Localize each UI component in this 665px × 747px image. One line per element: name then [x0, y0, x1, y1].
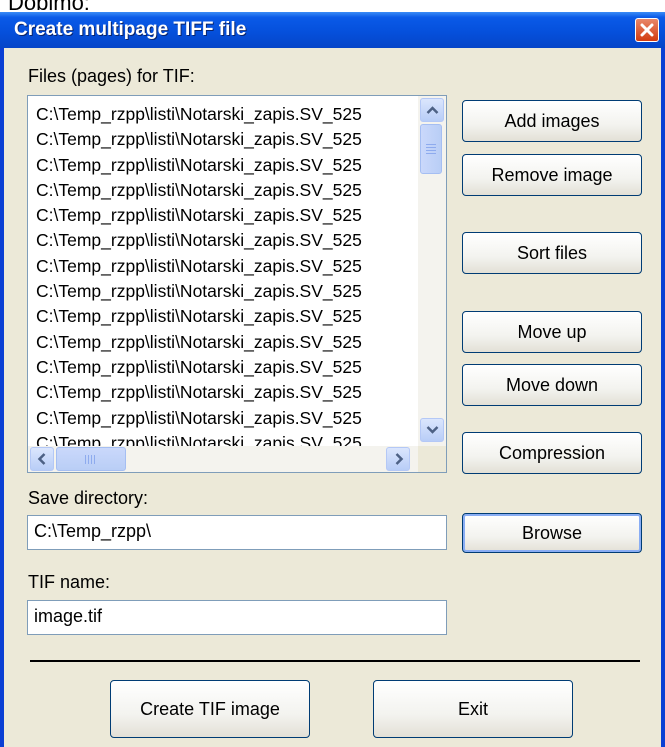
- tif-name-field[interactable]: image.tif: [27, 600, 447, 635]
- save-directory-label: Save directory:: [28, 488, 149, 508]
- files-list: C:\Temp_rzpp\listi\Notarski_zapis.SV_525…: [36, 102, 416, 456]
- scroll-left-button[interactable]: [30, 447, 54, 471]
- scroll-down-button[interactable]: [420, 418, 444, 442]
- scroll-right-button[interactable]: [386, 447, 410, 471]
- files-listbox[interactable]: C:\Temp_rzpp\listi\Notarski_zapis.SV_525…: [27, 95, 447, 473]
- close-button[interactable]: [635, 18, 659, 42]
- remove-image-button[interactable]: Remove image: [462, 154, 642, 196]
- exit-button[interactable]: Exit: [373, 680, 573, 738]
- list-item[interactable]: C:\Temp_rzpp\listi\Notarski_zapis.SV_525: [36, 254, 416, 279]
- chevron-down-icon: [426, 426, 439, 434]
- list-item[interactable]: C:\Temp_rzpp\listi\Notarski_zapis.SV_525: [36, 279, 416, 304]
- scroll-up-button[interactable]: [420, 98, 444, 122]
- files-label: Files (pages) for TIF:: [28, 66, 195, 86]
- browse-button[interactable]: Browse: [462, 513, 642, 553]
- window-title: Create multipage TIFF file: [14, 19, 247, 40]
- sort-files-button[interactable]: Sort files: [462, 232, 642, 274]
- horizontal-scrollbar[interactable]: [28, 446, 446, 472]
- list-item[interactable]: C:\Temp_rzpp\listi\Notarski_zapis.SV_525: [36, 153, 416, 178]
- chevron-left-icon: [37, 453, 46, 465]
- list-item[interactable]: C:\Temp_rzpp\listi\Notarski_zapis.SV_525: [36, 304, 416, 329]
- list-item[interactable]: C:\Temp_rzpp\listi\Notarski_zapis.SV_525: [36, 178, 416, 203]
- separator-line: [30, 660, 640, 662]
- tif-name-label: TIF name:: [28, 572, 111, 592]
- title-bar[interactable]: Create multipage TIFF file: [0, 12, 665, 48]
- close-icon: [640, 23, 654, 37]
- vertical-scrollbar[interactable]: [418, 96, 446, 446]
- horizontal-scroll-thumb[interactable]: [56, 447, 126, 471]
- compression-button[interactable]: Compression: [462, 432, 642, 474]
- vertical-scroll-thumb[interactable]: [420, 124, 442, 174]
- chevron-right-icon: [395, 453, 404, 465]
- list-item[interactable]: C:\Temp_rzpp\listi\Notarski_zapis.SV_525: [36, 127, 416, 152]
- save-directory-field[interactable]: C:\Temp_rzpp\: [27, 515, 447, 550]
- list-item[interactable]: C:\Temp_rzpp\listi\Notarski_zapis.SV_525: [36, 203, 416, 228]
- create-tif-button[interactable]: Create TIF image: [110, 680, 310, 738]
- list-item[interactable]: C:\Temp_rzpp\listi\Notarski_zapis.SV_525: [36, 355, 416, 380]
- list-item[interactable]: C:\Temp_rzpp\listi\Notarski_zapis.SV_525: [36, 406, 416, 431]
- list-item[interactable]: C:\Temp_rzpp\listi\Notarski_zapis.SV_525: [36, 102, 416, 127]
- move-up-button[interactable]: Move up: [462, 311, 642, 353]
- list-item[interactable]: C:\Temp_rzpp\listi\Notarski_zapis.SV_525: [36, 228, 416, 253]
- list-item[interactable]: C:\Temp_rzpp\listi\Notarski_zapis.SV_525: [36, 380, 416, 405]
- scroll-corner: [418, 446, 446, 472]
- move-down-button[interactable]: Move down: [462, 364, 642, 406]
- list-item[interactable]: C:\Temp_rzpp\listi\Notarski_zapis.SV_525: [36, 330, 416, 355]
- add-images-button[interactable]: Add images: [462, 100, 642, 142]
- chevron-up-icon: [426, 106, 439, 114]
